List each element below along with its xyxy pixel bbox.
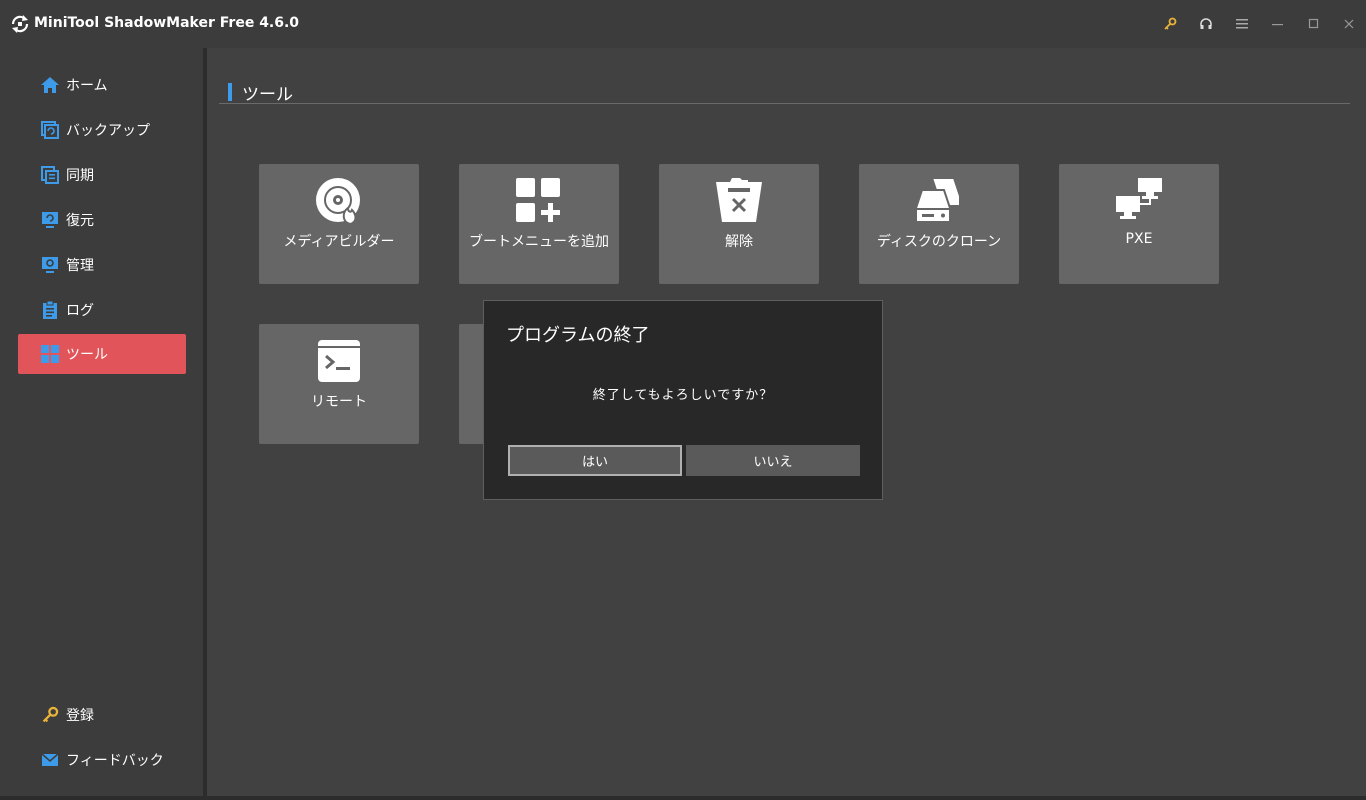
yes-button[interactable]: はい (508, 445, 682, 476)
tool-media-builder[interactable]: メディアビルダー (259, 164, 419, 284)
app-logo-icon (10, 14, 30, 34)
sidebar-item-sync[interactable]: 同期 (18, 155, 186, 195)
sidebar-item-register[interactable]: 登録 (18, 695, 186, 735)
close-icon[interactable] (1338, 14, 1360, 34)
sidebar-item-label: 復元 (66, 213, 94, 229)
bottom-border (0, 796, 1366, 800)
maximize-icon[interactable] (1303, 14, 1325, 34)
sidebar-item-restore[interactable]: 復元 (18, 200, 186, 240)
title-bar: MiniTool ShadowMaker Free 4.6.0 (0, 0, 1366, 48)
sidebar-item-label: 登録 (66, 708, 94, 724)
section-accent-bar (228, 83, 232, 101)
pxe-icon (1059, 176, 1219, 226)
sidebar-item-tools[interactable]: ツール (18, 334, 186, 374)
menu-icon[interactable] (1231, 14, 1253, 34)
key-icon (40, 705, 60, 725)
restore-icon (40, 210, 60, 230)
minimize-icon[interactable] (1267, 14, 1289, 34)
sidebar-item-label: ツール (66, 347, 108, 363)
section-title: ツール (228, 82, 293, 105)
add-boot-menu-icon (459, 176, 619, 226)
sidebar-item-home[interactable]: ホーム (18, 65, 186, 105)
sidebar-divider (203, 48, 207, 796)
unmount-icon (659, 176, 819, 226)
media-builder-icon (259, 176, 419, 226)
sidebar-item-backup[interactable]: バックアップ (18, 110, 186, 150)
tool-label: メディアビルダー (283, 234, 395, 250)
key-icon[interactable] (1159, 14, 1181, 34)
sidebar-item-log[interactable]: ログ (18, 290, 186, 330)
remote-icon (259, 336, 419, 386)
sidebar-item-manage[interactable]: 管理 (18, 245, 186, 285)
tool-label: リモート (311, 394, 367, 410)
sidebar-item-label: 管理 (66, 258, 94, 274)
dialog-message: 終了してもよろしいですか？ (592, 388, 774, 403)
tool-label: PXE (1125, 231, 1153, 247)
no-button[interactable]: いいえ (686, 445, 860, 476)
page-title: ツール (242, 84, 293, 105)
exit-confirm-dialog: プログラムの終了 終了してもよろしいですか？ はい いいえ (483, 300, 883, 500)
log-icon (40, 300, 60, 320)
headset-icon[interactable] (1195, 14, 1217, 34)
tool-pxe[interactable]: PXE (1059, 164, 1219, 284)
tool-remote[interactable]: リモート (259, 324, 419, 444)
sidebar-item-label: フィードバック (66, 753, 164, 769)
tool-clone-disk[interactable]: ディスクのクローン (859, 164, 1019, 284)
tool-unmount[interactable]: 解除 (659, 164, 819, 284)
sidebar-item-label: ホーム (66, 78, 108, 94)
tool-add-boot-menu[interactable]: ブートメニューを追加 (459, 164, 619, 284)
manage-icon (40, 255, 60, 275)
section-divider (219, 103, 1350, 104)
sidebar-item-label: バックアップ (66, 123, 150, 139)
sidebar-item-label: ログ (66, 303, 94, 319)
home-icon (40, 75, 60, 95)
tool-label: ディスクのクローン (876, 234, 1002, 250)
backup-icon (40, 120, 60, 140)
tools-icon (40, 344, 60, 364)
clone-disk-icon (859, 176, 1019, 226)
app-title: MiniTool ShadowMaker Free 4.6.0 (34, 15, 300, 31)
sidebar-item-label: 同期 (66, 168, 94, 184)
tool-label: ブートメニューを追加 (469, 234, 609, 250)
mail-icon (40, 750, 60, 770)
tool-label: 解除 (725, 234, 753, 250)
dialog-title: プログラムの終了 (506, 325, 650, 346)
sync-icon (40, 165, 60, 185)
sidebar-item-feedback[interactable]: フィードバック (18, 740, 186, 780)
